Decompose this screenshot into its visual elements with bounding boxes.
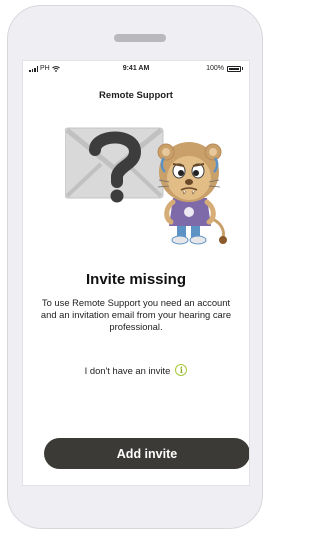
invite-illustration <box>65 127 227 245</box>
battery-icon <box>227 65 241 72</box>
no-invite-row[interactable]: I don't have an invite i <box>23 364 249 376</box>
page-heading: Invite missing <box>85 271 187 288</box>
info-icon[interactable]: i <box>175 364 188 376</box>
phone-speaker <box>114 34 166 42</box>
battery-tip <box>242 67 243 70</box>
add-invite-button[interactable]: Add invite <box>44 438 249 469</box>
status-bar: PH 9:41 AM 100% <box>23 61 249 75</box>
phone-frame: PH 9:41 AM 100% Remote Support Invite mi… <box>7 5 263 529</box>
status-right: 100% <box>206 65 243 72</box>
app-screen: PH 9:41 AM 100% Remote Support Invite mi… <box>22 60 250 486</box>
screen-title: Remote Support <box>99 90 173 101</box>
add-invite-label: Add invite <box>116 446 178 461</box>
lion-mascot <box>157 142 227 245</box>
battery-percent: 100% <box>206 65 224 72</box>
description-text: To use Remote Support you need an accoun… <box>40 297 232 332</box>
no-invite-label[interactable]: I don't have an invite <box>85 365 171 376</box>
